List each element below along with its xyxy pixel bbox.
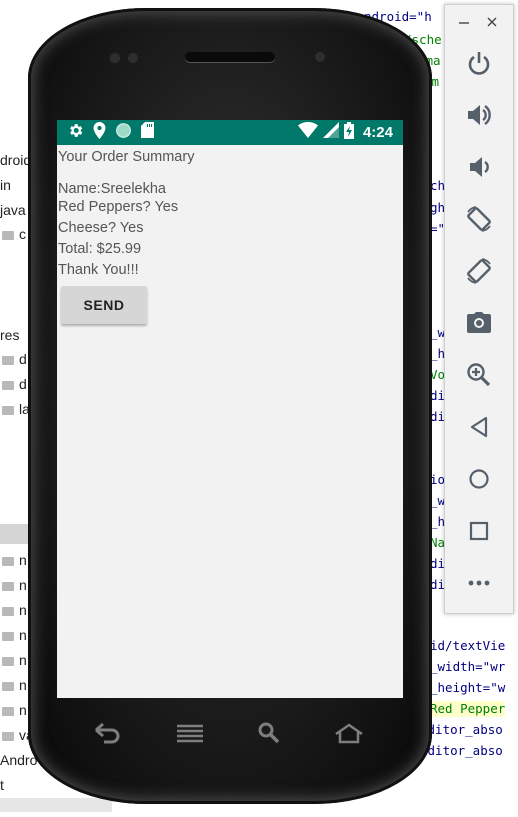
front-camera xyxy=(315,52,325,62)
power-icon[interactable] xyxy=(461,45,497,81)
code-line: editor_abso xyxy=(420,743,503,758)
tree-item-label: d xyxy=(19,351,27,367)
overview-icon[interactable] xyxy=(461,513,497,549)
code-line: _height="w xyxy=(430,680,506,695)
folder-icon xyxy=(2,681,14,691)
folder-icon xyxy=(2,230,14,240)
thank-you-line: Thank You!!! xyxy=(58,262,139,278)
code-line: _h xyxy=(430,346,446,361)
settings-icon xyxy=(67,122,84,144)
tree-item-label: res xyxy=(0,327,20,343)
volume-down-icon[interactable] xyxy=(461,149,497,185)
code-line: _w xyxy=(430,325,446,340)
folder-icon xyxy=(2,380,14,390)
camera-icon[interactable] xyxy=(461,305,497,341)
code-line: id/textVie xyxy=(430,638,506,653)
more-icon[interactable] xyxy=(461,565,497,601)
tree-item-label: droid xyxy=(0,152,32,168)
code-line: di xyxy=(430,577,446,592)
status-strip xyxy=(0,798,112,812)
tree-item-label: n xyxy=(19,677,27,693)
code-line: io xyxy=(430,472,446,487)
home-icon[interactable] xyxy=(461,461,497,497)
tree-item-label: c xyxy=(19,226,26,242)
phone-frame: 4:24 Your Order Summary Name:Sreelekha R… xyxy=(28,8,432,804)
phone-screen: 4:24 Your Order Summary Name:Sreelekha R… xyxy=(57,120,403,698)
tree-item-label: d xyxy=(19,376,27,392)
code-line: di xyxy=(430,388,446,403)
folder-icon xyxy=(2,581,14,591)
menu-icon[interactable] xyxy=(173,718,207,748)
emulator-toolbar xyxy=(444,4,514,614)
code-line: Vo xyxy=(430,367,446,382)
phone-nav-bar xyxy=(28,704,432,764)
minimize-icon[interactable] xyxy=(457,15,471,29)
code-line: _width="wr xyxy=(430,659,506,674)
sd-card-icon xyxy=(141,122,154,143)
send-button[interactable]: SEND xyxy=(61,286,147,324)
tree-item-label: in xyxy=(0,177,11,193)
rotate-left-icon[interactable] xyxy=(461,201,497,237)
code-line: Red Pepper xyxy=(430,701,506,717)
folder-icon xyxy=(2,405,14,415)
back-icon[interactable] xyxy=(461,409,497,445)
status-bar: 4:24 xyxy=(57,120,403,145)
tree-item-label: n xyxy=(19,702,27,718)
tree-item-label: n xyxy=(19,627,27,643)
folder-icon xyxy=(2,606,14,616)
folder-icon xyxy=(2,556,14,566)
wifi-icon xyxy=(297,122,318,143)
code-line: Na xyxy=(430,535,446,550)
folder-icon xyxy=(2,731,14,741)
code-line: _h xyxy=(430,514,446,529)
code-line: gh xyxy=(430,200,446,215)
tree-item-label: n xyxy=(19,602,27,618)
folder-icon xyxy=(2,706,14,716)
home-icon[interactable] xyxy=(332,718,366,748)
cheese-line: Cheese? Yes xyxy=(58,220,144,236)
code-line: =" xyxy=(430,221,446,236)
tree-item-label: t xyxy=(0,777,4,793)
rotate-right-icon[interactable] xyxy=(461,253,497,289)
volume-up-icon[interactable] xyxy=(461,97,497,133)
tree-item-label: java xyxy=(0,202,26,218)
red-peppers-line: Red Peppers? Yes xyxy=(58,199,179,215)
earpiece-speaker xyxy=(185,52,275,62)
back-icon[interactable] xyxy=(90,718,124,748)
signal-icon xyxy=(322,122,339,143)
summary-title: Your Order Summary xyxy=(58,149,195,165)
tree-item-label: n xyxy=(19,577,27,593)
close-icon[interactable] xyxy=(485,15,499,29)
code-line: _w xyxy=(430,493,446,508)
tree-item-label: n xyxy=(19,552,27,568)
folder-icon xyxy=(2,355,14,365)
code-line: di xyxy=(430,556,446,571)
folder-icon xyxy=(2,631,14,641)
total-line: Total: $25.99 xyxy=(58,241,142,257)
clock: 4:24 xyxy=(362,124,393,141)
tree-item-label: n xyxy=(19,652,27,668)
battery-icon xyxy=(343,121,354,144)
folder-icon xyxy=(2,656,14,666)
name-line: Name:Sreelekha xyxy=(58,181,166,197)
code-line: di xyxy=(430,409,446,424)
code-line: editor_abso xyxy=(420,722,503,737)
sensor-dot xyxy=(128,53,138,63)
zoom-icon[interactable] xyxy=(461,357,497,393)
sensor-dot xyxy=(110,53,120,63)
location-icon xyxy=(93,121,106,144)
sync-circle-icon xyxy=(115,122,132,144)
search-icon[interactable] xyxy=(252,718,286,748)
code-line: ch xyxy=(430,178,446,193)
